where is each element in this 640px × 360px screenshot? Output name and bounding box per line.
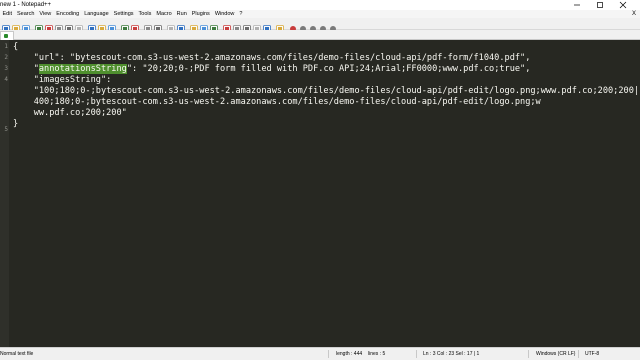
folder-workspace-icon[interactable] — [263, 20, 271, 33]
code-text: " — [13, 64, 39, 74]
save-macro-icon[interactable] — [329, 20, 337, 32]
cut-icon[interactable] — [75, 20, 83, 33]
record-macro-icon[interactable] — [289, 20, 297, 32]
tab-document[interactable] — [0, 31, 14, 40]
line-number: 4 — [4, 76, 8, 83]
save-icon[interactable] — [22, 20, 30, 33]
code-line: "annotationsString": "20;20;0-;PDF form … — [13, 64, 530, 75]
maximize-button[interactable] — [593, 0, 607, 10]
status-file-type: Normal text file — [0, 351, 34, 357]
lang-define-icon[interactable] — [233, 20, 241, 33]
code-text: ww.pdf.co;200;200" — [13, 108, 127, 118]
line-number: 3 — [4, 65, 8, 72]
replace-icon[interactable] — [144, 20, 152, 33]
close-window-button[interactable] — [616, 0, 630, 10]
play-multiple-icon[interactable] — [319, 20, 327, 32]
code-line: { — [13, 42, 18, 53]
code-text: "100;180;0-;bytescout-com.s3-us-west-2.a… — [13, 86, 640, 96]
editor[interactable]: 1 2 3 4 5 { "url": "bytescout-com.s3-us-west… — [0, 40, 640, 347]
code-line: 400;180;0-;bytescout-com.s3-us-west-2.am… — [13, 97, 541, 108]
close-all-icon[interactable] — [55, 20, 63, 33]
menu-item-tools[interactable]: Tools — [136, 10, 154, 18]
save-all-icon[interactable] — [35, 20, 43, 33]
code-line: } — [13, 119, 18, 130]
status-divider — [416, 350, 417, 358]
monitor-icon[interactable] — [276, 20, 284, 33]
highlighted-token: annotationsString — [38, 64, 127, 74]
title-bar: new 1 - Notepad++ — [0, 0, 640, 10]
line-number: 2 — [4, 54, 8, 61]
menu-item-encoding[interactable]: Encoding — [54, 10, 82, 18]
close-icon[interactable] — [45, 20, 53, 33]
doc-map-icon[interactable] — [243, 20, 251, 33]
code-text: { — [13, 42, 19, 52]
print-icon[interactable] — [65, 20, 73, 33]
paste-icon[interactable] — [98, 20, 106, 33]
sync-v-icon[interactable] — [177, 20, 185, 33]
copy-icon[interactable] — [88, 20, 96, 33]
status-divider — [328, 350, 329, 358]
menu-items: Edit Search View Encoding Language Settings To… — [0, 10, 245, 18]
code-line: "url": "bytescout-com.s3-us-west-2.amazo… — [13, 53, 531, 64]
status-divider — [528, 350, 529, 358]
code-text: "url": "bytescout-com.s3-us-west-2.amazo… — [13, 53, 531, 63]
menu-item-settings[interactable]: Settings — [111, 10, 136, 18]
code-line: ww.pdf.co;200;200" — [13, 108, 127, 119]
line-number: 5 — [4, 126, 8, 133]
zoom-in-icon[interactable] — [154, 20, 162, 33]
code-text: } — [13, 119, 19, 129]
menu-item-language[interactable]: Language — [82, 10, 111, 18]
menu-item-view[interactable]: View — [37, 10, 54, 18]
code-text: "imagesString": — [13, 75, 112, 85]
status-bar: Normal text file length : 444 lines : 5 … — [0, 347, 640, 360]
stop-record-icon[interactable] — [299, 20, 307, 32]
menu-item-help[interactable]: ? — [237, 10, 245, 18]
open-icon[interactable] — [12, 20, 20, 33]
redo-icon[interactable] — [121, 20, 129, 33]
menu-item-window[interactable]: Window — [212, 10, 237, 18]
new-icon[interactable] — [2, 20, 10, 33]
sync-h-icon[interactable] — [190, 20, 198, 33]
zoom-out-icon[interactable] — [167, 20, 175, 33]
status-position: Ln : 3 Col : 23 Sel : 17 | 1 — [423, 351, 480, 357]
toolbar — [0, 18, 640, 33]
menu-item-search[interactable]: Search — [14, 10, 36, 18]
close-icon — [619, 1, 627, 9]
minimize-icon — [574, 4, 580, 6]
document-saved-icon — [4, 34, 8, 38]
status-eol[interactable]: Windows (CR LF) — [536, 351, 575, 358]
minimize-button[interactable] — [570, 0, 584, 10]
close-document-button[interactable]: X — [632, 10, 636, 18]
code-line: "imagesString": — [13, 75, 112, 86]
maximize-icon — [597, 2, 603, 8]
play-macro-icon[interactable] — [309, 20, 317, 32]
menu-item-edit[interactable]: Edit — [0, 10, 14, 18]
status-divider — [578, 350, 579, 358]
indent-guide-icon[interactable] — [223, 20, 231, 33]
menu-item-macro[interactable]: Macro — [154, 10, 174, 18]
line-number-gutter — [0, 40, 9, 347]
show-all-chars-icon[interactable] — [210, 20, 218, 33]
line-number: 1 — [4, 43, 8, 50]
code-text: ": "20;20;0-;PDF form filled with PDF.co… — [126, 64, 531, 74]
menu-item-plugins[interactable]: Plugins — [189, 10, 212, 18]
word-wrap-icon[interactable] — [200, 20, 208, 33]
tab-bar — [0, 30, 640, 40]
status-encoding[interactable]: UTF-8 — [585, 351, 599, 358]
status-length: length : 444 — [336, 351, 363, 357]
code-text: 400;180;0-;bytescout-com.s3-us-west-2.am… — [13, 97, 541, 107]
code-line: "100;180;0-;bytescout-com.s3-us-west-2.a… — [13, 86, 639, 97]
function-list-icon[interactable] — [253, 20, 261, 33]
status-lines: lines : 5 — [368, 351, 386, 357]
window-title: new 1 - Notepad++ — [0, 2, 52, 8]
find-icon[interactable] — [131, 20, 139, 33]
menu-item-run[interactable]: Run — [174, 10, 189, 18]
undo-icon[interactable] — [108, 20, 116, 33]
menu-bar: Edit Search View Encoding Language Settings To… — [0, 10, 640, 18]
